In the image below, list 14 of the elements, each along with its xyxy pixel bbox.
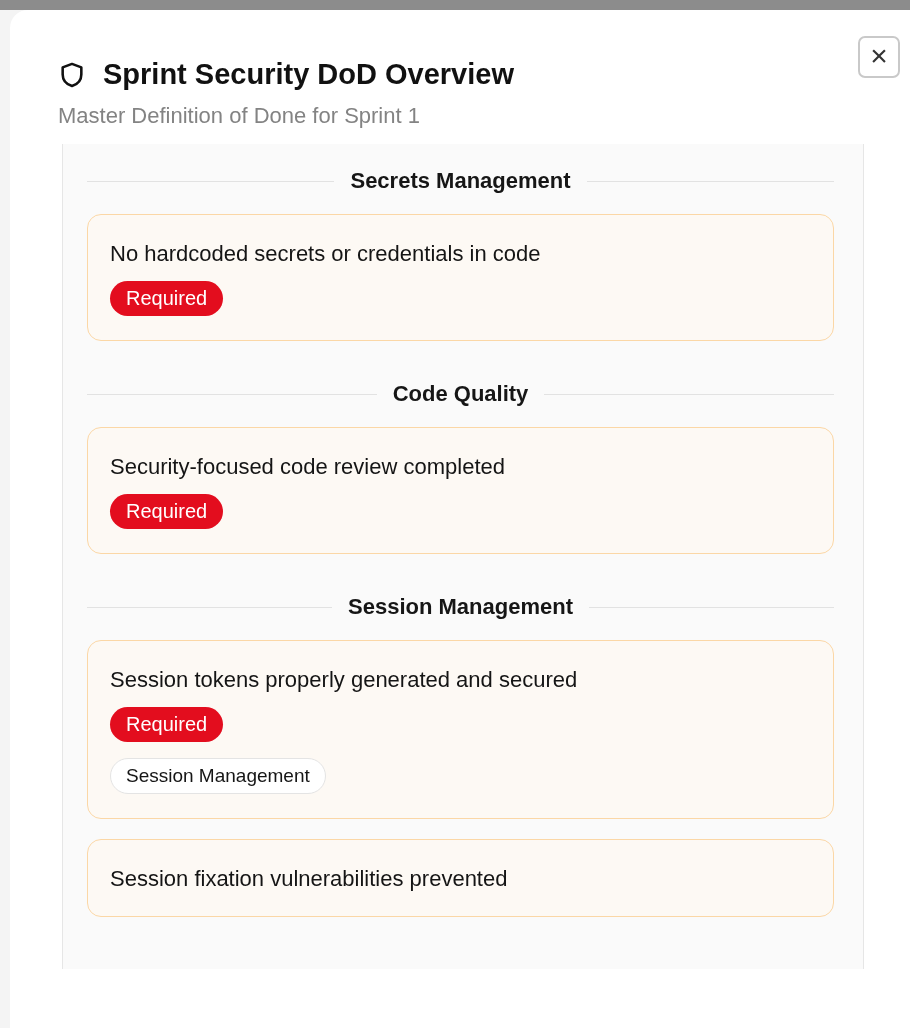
required-badge: Required <box>110 494 224 529</box>
requirement-text: No hardcoded secrets or credentials in code <box>110 241 541 267</box>
requirement-text: Session tokens properly generated and secured <box>110 667 578 693</box>
required-badge: Required <box>110 707 224 742</box>
category-tag: Session Management <box>110 758 326 794</box>
section-title: Code Quality <box>392 381 529 407</box>
dialog-title: Sprint Security DoD Overview <box>103 58 514 91</box>
required-badge: Required <box>110 281 224 316</box>
dialog-subtitle: Master Definition of Done for Sprint 1 <box>58 103 421 129</box>
section-title: Session Management <box>348 594 573 620</box>
requirement-text: Session fixation vulnerabilities prevented <box>110 866 508 892</box>
requirement-text: Security-focused code review completed <box>110 454 505 480</box>
section-title: Secrets Management <box>350 168 571 194</box>
close-button[interactable]: × <box>858 36 900 78</box>
